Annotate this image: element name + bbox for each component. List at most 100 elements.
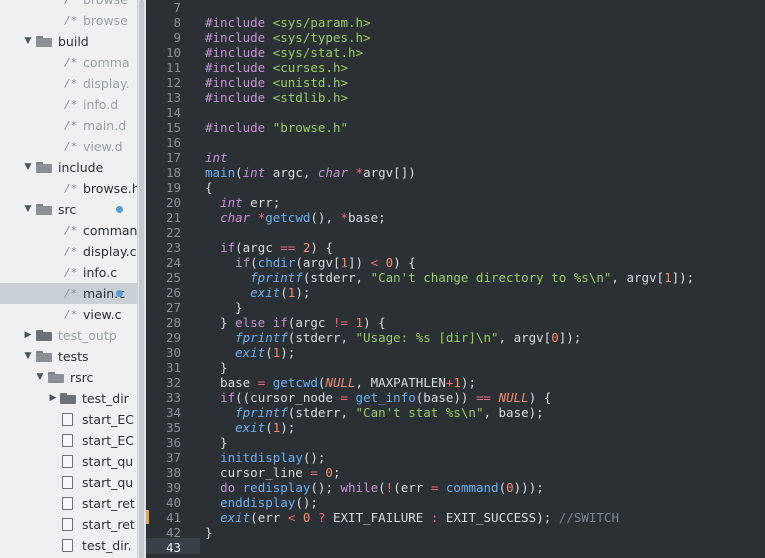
- line-number: 7: [173, 0, 181, 15]
- folder-tests[interactable]: ▼ tests: [0, 346, 137, 367]
- tree-item-label: info.d: [83, 97, 119, 112]
- code-line[interactable]: exit(err < 0 ? EXIT_FAILURE : EXIT_SUCCE…: [205, 510, 619, 525]
- code-line[interactable]: }: [205, 300, 243, 315]
- file-view-d[interactable]: /* view.d: [0, 136, 137, 157]
- code-line[interactable]: initdisplay();: [205, 450, 325, 465]
- line-number: 13: [165, 90, 181, 105]
- file-start-ret[interactable]: start_ret: [0, 514, 137, 535]
- code-line[interactable]: cursor_line = 0;: [205, 465, 340, 480]
- code-line[interactable]: #include <sys/param.h>: [205, 15, 371, 30]
- code-line[interactable]: #include <sys/stat.h>: [205, 45, 363, 60]
- c-source-file-icon: /*: [64, 266, 78, 279]
- file-info-c[interactable]: /* info.c: [0, 262, 137, 283]
- file-browse-h[interactable]: /* browse.h: [0, 178, 137, 199]
- chevron-down-icon[interactable]: ▼: [23, 31, 33, 52]
- line-number: 37: [165, 450, 181, 465]
- tree-item-label: rsrc: [70, 370, 94, 385]
- folder-open-icon: [36, 162, 52, 173]
- file-test-dir[interactable]: test_dir.: [0, 535, 137, 556]
- code-line[interactable]: #include <sys/types.h>: [205, 30, 371, 45]
- code-line[interactable]: if(argc == 2) {: [205, 240, 333, 255]
- file-comma[interactable]: /* comma: [0, 52, 137, 73]
- folder-include[interactable]: ▼ include: [0, 157, 137, 178]
- sidebar-scrollbar-thumb[interactable]: [139, 0, 144, 558]
- file-start-qu[interactable]: start_qu: [0, 472, 137, 493]
- tree-item-label: start_ret: [82, 496, 135, 511]
- code-line[interactable]: if(chdir(argv[1]) < 0) {: [205, 255, 416, 270]
- tree-item-label: comma: [83, 55, 130, 70]
- code-line[interactable]: main(int argc, char *argv[]): [205, 165, 416, 180]
- chevron-down-icon[interactable]: ▼: [23, 199, 33, 220]
- code-line[interactable]: }: [205, 360, 228, 375]
- file-start-ret[interactable]: start_ret: [0, 493, 137, 514]
- line-number: 29: [165, 330, 181, 345]
- line-number: 18: [165, 165, 181, 180]
- code-line[interactable]: fprintf(stderr, "Usage: %s [dir]\n", arg…: [205, 330, 581, 345]
- file-main-d[interactable]: /* main.d: [0, 115, 137, 136]
- line-number: 24: [165, 255, 181, 270]
- code-line[interactable]: do redisplay(); while(!(err = command(0)…: [205, 480, 544, 495]
- code-line[interactable]: if((cursor_node = get_info(base)) == NUL…: [205, 390, 551, 405]
- line-number: 26: [165, 285, 181, 300]
- folder-test-dir[interactable]: ▶ test_dir: [0, 388, 137, 409]
- line-number-gutter: 7 8 9 10 11 12 13 14 15 16 17 18 19 20 21 22 23 24 25 26 27 2…: [146, 0, 200, 558]
- code-line[interactable]: } else if(argc != 1) {: [205, 315, 386, 330]
- code-line[interactable]: #include "browse.h": [205, 120, 348, 135]
- line-number: 23: [165, 240, 181, 255]
- folder-src[interactable]: ▼ src: [0, 199, 137, 220]
- code-line[interactable]: enddisplay();: [205, 495, 318, 510]
- code-line[interactable]: exit(1);: [205, 420, 295, 435]
- line-number: 27: [165, 300, 181, 315]
- code-line[interactable]: fprintf(stderr, "Can't stat %s\n", base)…: [205, 405, 544, 420]
- file-display-c[interactable]: /* display.c: [0, 241, 137, 262]
- file-start-ec[interactable]: start_EC: [0, 430, 137, 451]
- c-source-file-icon: /*: [64, 14, 78, 27]
- file-start-qu[interactable]: start_qu: [0, 451, 137, 472]
- tree-item-label: view.c: [83, 307, 122, 322]
- chevron-down-icon[interactable]: ▼: [23, 346, 33, 367]
- code-line[interactable]: {: [205, 180, 213, 195]
- code-editor[interactable]: #include <sys/param.h> #include <sys/type…: [205, 0, 765, 558]
- code-line[interactable]: exit(1);: [205, 285, 310, 300]
- code-line[interactable]: int err;: [205, 195, 280, 210]
- chevron-down-icon[interactable]: ▼: [23, 157, 33, 178]
- code-line[interactable]: base = getcwd(NULL, MAXPATHLEN+1);: [205, 375, 476, 390]
- line-number: 8: [173, 15, 181, 30]
- chevron-right-icon[interactable]: ▶: [23, 325, 33, 346]
- tree-item-label: start_qu: [82, 454, 134, 469]
- code-line[interactable]: }: [205, 435, 228, 450]
- file-browse[interactable]: /* browse: [0, 0, 137, 10]
- line-number: 34: [165, 405, 181, 420]
- folder-build[interactable]: ▼ build: [0, 31, 137, 52]
- code-line[interactable]: int: [205, 150, 228, 165]
- folder-test-outp[interactable]: ▶ test_outp: [0, 325, 137, 346]
- sidebar-scrollbar[interactable]: [137, 0, 146, 558]
- file-command[interactable]: /* command: [0, 220, 137, 241]
- chevron-right-icon[interactable]: ▶: [48, 388, 58, 409]
- line-number: 39: [165, 480, 181, 495]
- tree-item-label: include: [58, 160, 104, 175]
- c-source-file-icon: /*: [64, 287, 78, 300]
- chevron-down-icon[interactable]: ▼: [35, 367, 45, 388]
- tree-item-label: browse.h: [83, 181, 137, 196]
- line-number: 42: [165, 525, 181, 540]
- code-line[interactable]: char *getcwd(), *base;: [205, 210, 386, 225]
- tree-item-label: view.d: [83, 139, 123, 154]
- file-browse[interactable]: /* browse: [0, 10, 137, 31]
- file-view-c[interactable]: /* view.c: [0, 304, 137, 325]
- file-display[interactable]: /* display.: [0, 73, 137, 94]
- tree-item-label: start_EC: [82, 433, 134, 448]
- line-number: 33: [165, 390, 181, 405]
- code-line[interactable]: }: [205, 525, 213, 540]
- c-source-file-icon: /*: [64, 224, 78, 237]
- tree-item-label: command: [83, 223, 137, 238]
- file-info-d[interactable]: /* info.d: [0, 94, 137, 115]
- folder-rsrc[interactable]: ▼ rsrc: [0, 367, 137, 388]
- file-main-c[interactable]: /* main.c: [0, 283, 137, 304]
- code-line[interactable]: exit(1);: [205, 345, 295, 360]
- code-line[interactable]: #include <curses.h>: [205, 60, 348, 75]
- code-line[interactable]: #include <unistd.h>: [205, 75, 348, 90]
- code-line[interactable]: fprintf(stderr, "Can't change directory …: [205, 270, 694, 285]
- file-start-ec[interactable]: start_EC: [0, 409, 137, 430]
- code-line[interactable]: #include <stdlib.h>: [205, 90, 348, 105]
